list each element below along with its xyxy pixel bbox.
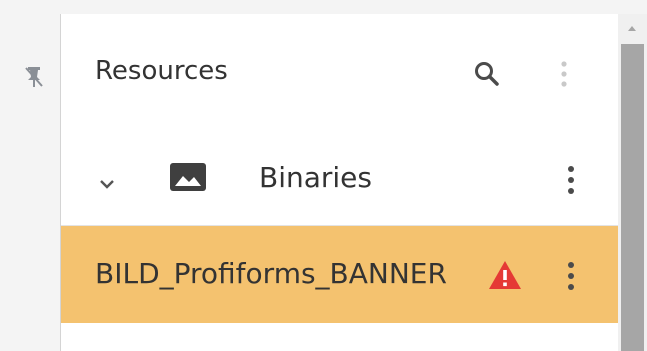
pin-icon[interactable] (24, 66, 44, 88)
search-icon[interactable] (474, 61, 500, 87)
tree-item-label: BILD_Profiforms_BANNER (95, 257, 447, 290)
tree-item-bild-profiforms-banner[interactable]: BILD_Profiforms_BANNER (61, 226, 618, 323)
tree-item-label: Binaries (259, 161, 372, 194)
scroll-up-icon[interactable] (628, 26, 636, 31)
panel-title: Resources (95, 56, 228, 86)
tree-item-binaries[interactable]: Binaries (61, 140, 618, 226)
resources-panel: Resources Binaries BILD_Profiforms_BANNE… (61, 14, 618, 351)
more-vertical-icon[interactable] (564, 162, 578, 198)
list-item (61, 323, 618, 351)
scrollbar-thumb[interactable] (621, 44, 644, 351)
more-vertical-icon[interactable] (557, 58, 571, 90)
resources-window: Resources Binaries BILD_Profiforms_BANNE… (0, 0, 647, 351)
chevron-down-icon[interactable] (99, 176, 115, 189)
warning-icon (487, 259, 523, 291)
top-strip (0, 0, 647, 14)
image-icon (169, 162, 207, 192)
left-rail (0, 14, 61, 351)
more-vertical-icon[interactable] (564, 258, 578, 294)
scrollbar[interactable] (618, 14, 647, 351)
